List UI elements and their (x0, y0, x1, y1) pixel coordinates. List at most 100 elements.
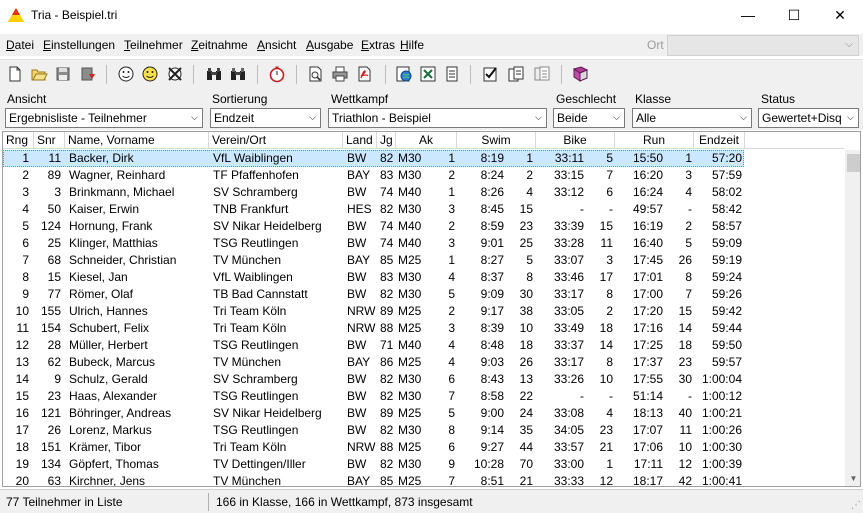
table-row[interactable]: 13 62 Bubeck, Marcus TV München BAY 86 M25 4 9:0… (3, 354, 844, 371)
copy-document-icon[interactable] (507, 65, 525, 83)
save-icon[interactable] (54, 65, 72, 83)
smiley-yellow-icon[interactable] (141, 65, 159, 83)
minimize-button[interactable]: — (725, 0, 771, 31)
menu-zeitnahme[interactable]: Zeitnahme (191, 38, 248, 52)
cell-land: BW (347, 151, 367, 165)
table-row[interactable]: 16 121 Böhringer, Andreas SV Nikar Heidelbe… (3, 405, 844, 422)
cell-land: BW (347, 270, 367, 284)
menu-ausgabe[interactable]: Ausgabe (306, 38, 353, 52)
cell-run-rank: 5 (685, 236, 692, 250)
header-bike[interactable]: Bike (536, 132, 615, 149)
book-icon[interactable] (571, 65, 589, 83)
cell-bike-rank: 18 (599, 321, 613, 335)
table-row[interactable]: 3 3 Brinkmann, Michael SV Schramberg BW 74 M40… (3, 184, 844, 201)
table-row[interactable]: 17 26 Lorenz, Markus TSG Reutlingen BW 82 M30 8… (3, 422, 844, 439)
print-preview-icon[interactable] (307, 65, 325, 83)
scrollbar-thumb[interactable] (847, 154, 860, 172)
globe-icon[interactable] (395, 65, 413, 83)
geschlecht-label: Geschlecht (556, 92, 617, 106)
header-land[interactable]: Land (343, 132, 377, 149)
table-row[interactable]: 18 151 Krämer, Tibor Tri Team Köln NRW 88 M25 6… (3, 439, 844, 456)
cell-endzeit: 58:57 (711, 219, 742, 233)
cell-snr: 121 (40, 406, 61, 420)
menu-extras[interactable]: Extras (361, 38, 395, 52)
menu-datei[interactable]: Datei (6, 38, 34, 52)
table-row[interactable]: 20 63 Kirchner, Jens TV München BAY 85 M25 7 8:5… (3, 473, 844, 486)
cell-land: NRW (347, 440, 376, 454)
import-icon[interactable] (79, 65, 97, 83)
table-row[interactable]: 12 28 Müller, Herbert TSG Reutlingen BW 71 M40… (3, 337, 844, 354)
cell-run-rank: 30 (678, 372, 692, 386)
header-run[interactable]: Run (615, 132, 694, 149)
cell-swim-time: 8:39 (480, 321, 504, 335)
menu-hilfe[interactable]: Hilfe (400, 38, 424, 52)
menu-teilnehmer[interactable]: Teilnehmer (124, 38, 183, 52)
cell-run-rank: 2 (685, 219, 692, 233)
scroll-up-icon[interactable] (845, 133, 860, 150)
menu-einstellungen[interactable]: Einstellungen (43, 38, 115, 52)
cell-run-rank: 4 (685, 185, 692, 199)
document-stack-icon[interactable] (533, 65, 551, 83)
table-row[interactable]: 9 77 Römer, Olaf TB Bad Cannstatt BW 82 M30 5 9:… (3, 286, 844, 303)
cell-bike-rank: 8 (606, 287, 613, 301)
header-swim[interactable]: Swim (457, 132, 536, 149)
cell-ak-rank: 2 (448, 304, 455, 318)
resize-grip-icon[interactable]: ⋰ (851, 500, 861, 511)
table-row[interactable]: 2 89 Wagner, Reinhard TF Pfaffenhofen BAY 83 M… (3, 167, 844, 184)
excel-icon[interactable] (419, 65, 437, 83)
delete-person-icon[interactable] (166, 65, 184, 83)
print-icon[interactable] (331, 65, 349, 83)
status-select[interactable]: Gewertet+Disq ⌵ (758, 108, 859, 128)
table-row[interactable]: 5 124 Hornung, Frank SV Nikar Heidelberg BW 7… (3, 218, 844, 235)
binoculars-alt-icon[interactable] (229, 65, 247, 83)
header-endzeit[interactable]: Endzeit (694, 132, 745, 149)
results-table[interactable]: Rng Snr Name, Vorname Verein/Ort Land Jg… (2, 131, 861, 487)
cell-snr: 25 (47, 236, 61, 250)
cell-name: Hornung, Frank (69, 219, 153, 233)
table-row[interactable]: 14 9 Schulz, Gerald SV Schramberg BW 82 M30 6 8:… (3, 371, 844, 388)
cell-run-time: 17:01 (632, 270, 663, 284)
geschlecht-select[interactable]: Beide ⌵ (553, 108, 625, 128)
cell-rng: 7 (22, 253, 29, 267)
header-rng[interactable]: Rng (3, 132, 34, 149)
table-row[interactable]: 10 155 Ulrich, Hannes Tri Team Köln NRW 89 M25… (3, 303, 844, 320)
table-row[interactable]: 8 15 Kiesel, Jan VfL Waiblingen BW 83 M30 4 8:37… (3, 269, 844, 286)
header-jg[interactable]: Jg (377, 132, 396, 149)
header-verein[interactable]: Verein/Ort (209, 132, 343, 149)
table-row[interactable]: 1 11 Backer, Dirk VfL Waiblingen BW 82 M30 1 8:1… (3, 150, 844, 167)
cell-ak-rank: 2 (448, 168, 455, 182)
open-folder-icon[interactable] (30, 65, 48, 83)
menu-ansicht[interactable]: Ansicht (257, 38, 296, 52)
status-participants-count: 77 Teilnehmer in Liste (6, 495, 123, 509)
notepad-icon[interactable] (443, 65, 461, 83)
table-row[interactable]: 6 25 Klinger, Matthias TSG Reutlingen BW 74 M4… (3, 235, 844, 252)
header-snr[interactable]: Snr (34, 132, 65, 149)
table-row[interactable]: 15 23 Haas, Alexander TSG Reutlingen BW 82 M30… (3, 388, 844, 405)
maximize-button[interactable]: ☐ (771, 0, 817, 31)
wettkampf-select[interactable]: Triathlon - Beispiel ⌵ (328, 108, 547, 128)
pdf-icon[interactable] (356, 65, 374, 83)
cell-run-time: 18:13 (632, 406, 663, 420)
table-row[interactable]: 11 154 Schubert, Felix Tri Team Köln NRW 88 M2… (3, 320, 844, 337)
cell-bike-rank: 5 (606, 151, 613, 165)
new-file-icon[interactable] (6, 65, 24, 83)
checklist-icon[interactable] (481, 65, 499, 83)
cell-bike-rank: 10 (599, 372, 613, 386)
close-button[interactable]: ✕ (817, 0, 863, 31)
scroll-down-icon[interactable]: ▼ (845, 470, 860, 486)
cell-bike-time: 33:39 (553, 219, 584, 233)
cell-bike-rank: 4 (606, 406, 613, 420)
table-row[interactable]: 4 50 Kaiser, Erwin TNB Frankfurt HES 82 M30 3 8:… (3, 201, 844, 218)
vertical-scrollbar[interactable]: ▼ (845, 150, 860, 486)
sortierung-select[interactable]: Endzeit ⌵ (210, 108, 321, 128)
header-ak[interactable]: Ak (396, 132, 457, 149)
klasse-select[interactable]: Alle ⌵ (632, 108, 752, 128)
binoculars-icon[interactable] (205, 65, 223, 83)
stopwatch-icon[interactable] (268, 65, 286, 83)
header-name[interactable]: Name, Vorname (65, 132, 209, 149)
ansicht-select[interactable]: Ergebnisliste - Teilnehmer ⌵ (5, 108, 203, 128)
table-row[interactable]: 7 68 Schneider, Christian TV München BAY 85 M2… (3, 252, 844, 269)
smiley-icon[interactable] (117, 65, 135, 83)
table-row[interactable]: 19 134 Göpfert, Thomas TV Dettingen/Iller BW… (3, 456, 844, 473)
cell-bike-time: 33:00 (553, 457, 584, 471)
